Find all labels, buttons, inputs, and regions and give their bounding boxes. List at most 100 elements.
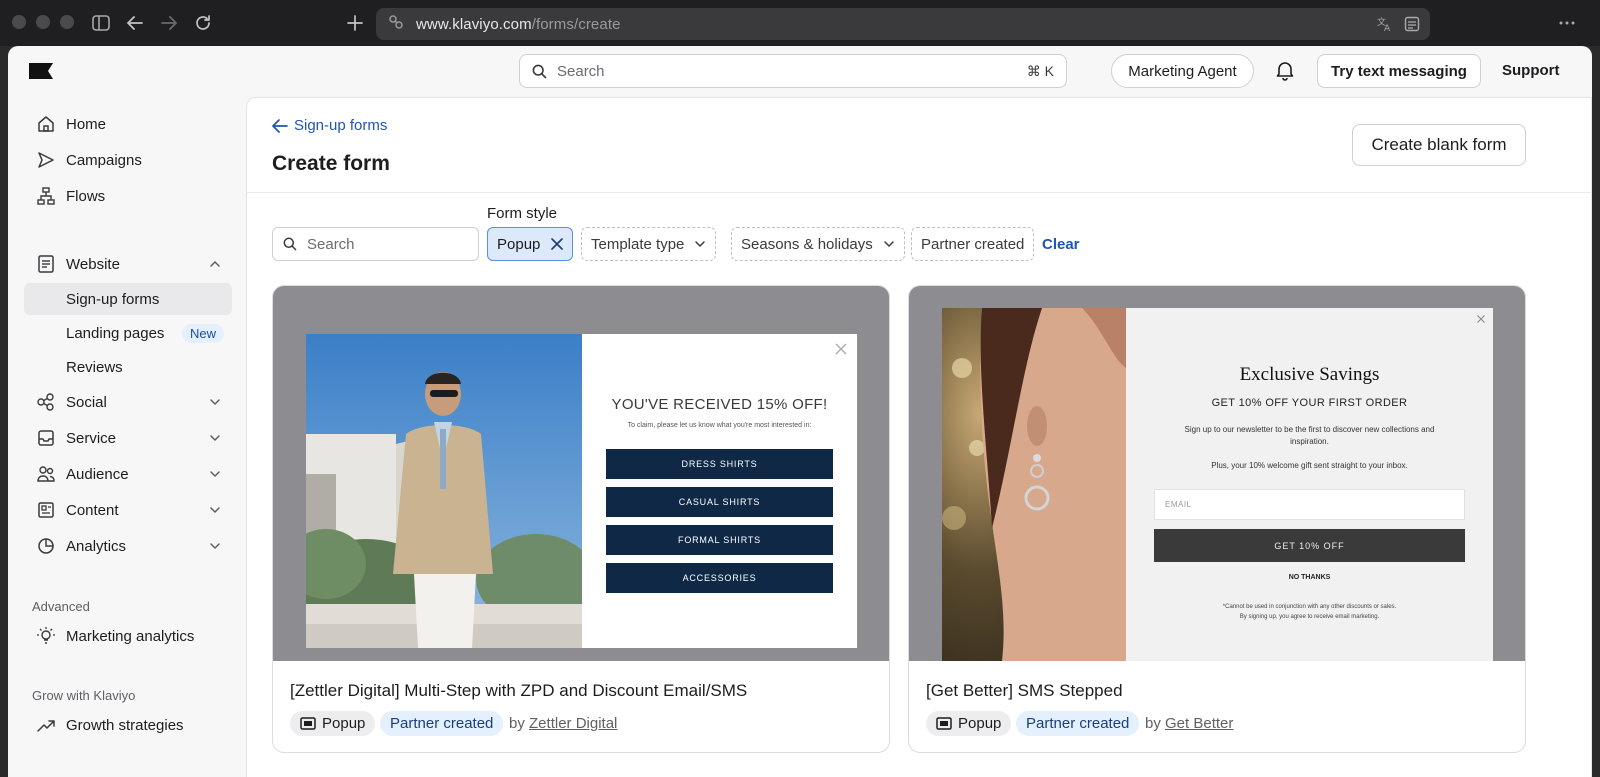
sidebar-item-social[interactable]: Social xyxy=(24,386,232,418)
author-line: by Zettler Digital xyxy=(509,715,617,732)
sidebar-item-growth-strategies[interactable]: Growth strategies xyxy=(24,709,232,741)
sidebar-item-analytics[interactable]: Analytics xyxy=(24,530,232,562)
sidebar-item-landing-pages[interactable]: Landing pages New xyxy=(24,317,232,349)
popup-option-button: DRESS SHIRTS xyxy=(606,449,833,479)
sidebar-item-label: Home xyxy=(66,115,107,133)
popup-window-icon xyxy=(300,717,316,730)
chevron-down-icon xyxy=(695,241,706,248)
new-tab-plus-icon[interactable] xyxy=(344,12,366,34)
home-icon xyxy=(36,114,56,134)
seasons-holidays-filter[interactable]: Seasons & holidays xyxy=(731,227,905,261)
popup-filter-chip[interactable]: Popup xyxy=(487,227,573,261)
search-icon xyxy=(532,64,547,78)
popup-window-icon xyxy=(936,717,952,730)
sidebar-item-label: Growth strategies xyxy=(66,716,184,734)
sidebar-item-website[interactable]: Website xyxy=(24,248,232,280)
sidebar-item-service[interactable]: Service xyxy=(24,422,232,454)
close-icon[interactable] xyxy=(550,237,564,251)
template-title[interactable]: [Get Better] SMS Stepped xyxy=(926,681,1123,701)
sidebar-item-label: Content xyxy=(66,501,119,519)
chevron-down-icon xyxy=(208,539,222,553)
window-minimize-button[interactable] xyxy=(36,15,50,29)
sidebar-item-flows[interactable]: Flows xyxy=(24,180,232,212)
sidebar-toggle-icon[interactable] xyxy=(90,12,112,34)
sidebar-item-signup-forms[interactable]: Sign-up forms xyxy=(24,283,232,315)
close-icon xyxy=(835,343,847,355)
site-settings-icon[interactable] xyxy=(388,14,404,35)
try-text-messaging-button[interactable]: Try text messaging xyxy=(1317,54,1481,88)
reader-view-icon[interactable] xyxy=(1402,14,1422,34)
pie-chart-icon xyxy=(36,536,56,556)
sidebar-item-label: Landing pages xyxy=(66,324,165,342)
sidebar-item-content[interactable]: Content xyxy=(24,494,232,526)
chevron-down-icon xyxy=(884,241,894,248)
send-icon xyxy=(36,150,56,170)
global-search-input[interactable]: Search ⌘ K xyxy=(519,54,1067,88)
social-icon xyxy=(36,392,56,412)
sidebar-item-audience[interactable]: Audience xyxy=(24,458,232,490)
popup-content: YOU'VE RECEIVED 15% OFF! To claim, pleas… xyxy=(582,334,857,648)
more-options-icon[interactable] xyxy=(1556,12,1578,34)
chip-label: Template type xyxy=(591,235,685,253)
window-zoom-button[interactable] xyxy=(60,15,74,29)
sidebar-item-campaigns[interactable]: Campaigns xyxy=(24,144,232,176)
chevron-down-icon xyxy=(208,467,222,481)
popup-body: Sign up to our newsletter to be the firs… xyxy=(1184,425,1435,446)
marketing-agent-button[interactable]: Marketing Agent xyxy=(1111,54,1254,88)
partner-created-tag: Partner created xyxy=(380,711,504,736)
fine-print-line: *Cannot be used in conjunction with any … xyxy=(1222,604,1397,610)
popup-no-thanks: NO THANKS xyxy=(1288,574,1331,581)
content-icon xyxy=(36,500,56,520)
template-card-zettler[interactable]: YOU'VE RECEIVED 15% OFF! To claim, pleas… xyxy=(272,285,890,753)
back-link-label: Sign-up forms xyxy=(294,117,388,134)
popup-content: Exclusive Savings GET 10% OFF YOUR FIRST… xyxy=(1126,308,1493,661)
author-link[interactable]: Zettler Digital xyxy=(529,715,617,732)
window-close-button[interactable] xyxy=(12,15,26,29)
support-link[interactable]: Support xyxy=(1502,62,1560,79)
sidebar-item-label: Service xyxy=(66,429,117,447)
template-preview[interactable]: YOU'VE RECEIVED 15% OFF! To claim, pleas… xyxy=(273,286,889,661)
author-link[interactable]: Get Better xyxy=(1165,715,1233,732)
back-arrow-icon[interactable] xyxy=(124,12,146,34)
popup-fine-print: *Cannot be used in conjunction with any … xyxy=(1156,602,1463,622)
form-style-label: Form style xyxy=(487,205,558,222)
grow-section-label: Grow with Klaviyo xyxy=(32,688,136,703)
trending-up-icon xyxy=(36,715,56,735)
address-bar[interactable]: www.klaviyo.com/forms/create 文A xyxy=(376,8,1430,40)
template-search-input[interactable]: Search xyxy=(272,227,479,261)
chevron-down-icon xyxy=(208,503,222,517)
sidebar-item-label: Website xyxy=(66,255,120,273)
translate-icon[interactable]: 文A xyxy=(1374,14,1394,34)
advanced-section-label: Advanced xyxy=(32,599,90,614)
partner-created-filter[interactable]: Partner created xyxy=(911,227,1035,261)
chevron-down-icon xyxy=(208,395,222,409)
partner-created-tag: Partner created xyxy=(1016,711,1140,736)
website-icon xyxy=(36,254,56,274)
create-blank-form-button[interactable]: Create blank form xyxy=(1352,124,1526,166)
sidebar-item-home[interactable]: Home xyxy=(24,108,232,140)
clear-filters-link[interactable]: Clear xyxy=(1042,236,1080,253)
template-title[interactable]: [Zettler Digital] Multi-Step with ZPD an… xyxy=(290,681,747,701)
reload-icon[interactable] xyxy=(192,12,214,34)
popup-style-tag: Popup xyxy=(290,711,376,736)
sidebar-item-reviews[interactable]: Reviews xyxy=(24,351,232,383)
arrow-left-icon xyxy=(272,118,288,133)
klaviyo-flag-logo-icon[interactable] xyxy=(29,63,53,79)
svg-text:A: A xyxy=(1384,24,1391,32)
chip-label: Seasons & holidays xyxy=(741,235,873,253)
template-type-filter[interactable]: Template type xyxy=(581,227,717,261)
popup-headline: YOU'VE RECEIVED 15% OFF! xyxy=(611,396,828,413)
close-icon xyxy=(1477,315,1485,323)
template-preview[interactable]: Exclusive Savings GET 10% OFF YOUR FIRST… xyxy=(909,286,1525,661)
popup-subtext: To claim, please let us know what you're… xyxy=(627,422,812,429)
tag-label: Popup xyxy=(322,715,366,732)
template-card-get-better[interactable]: Exclusive Savings GET 10% OFF YOUR FIRST… xyxy=(908,285,1526,753)
notifications-bell-icon[interactable] xyxy=(1274,59,1296,81)
author-line: by Get Better xyxy=(1145,715,1233,732)
forward-arrow-icon[interactable] xyxy=(158,12,180,34)
sidebar-item-marketing-analytics[interactable]: Marketing analytics xyxy=(24,620,232,652)
tag-label: Popup xyxy=(958,715,1002,732)
back-to-signup-forms-link[interactable]: Sign-up forms xyxy=(272,117,387,134)
sidebar-item-label: Analytics xyxy=(66,537,127,555)
popup-option-button: CASUAL SHIRTS xyxy=(606,487,833,517)
